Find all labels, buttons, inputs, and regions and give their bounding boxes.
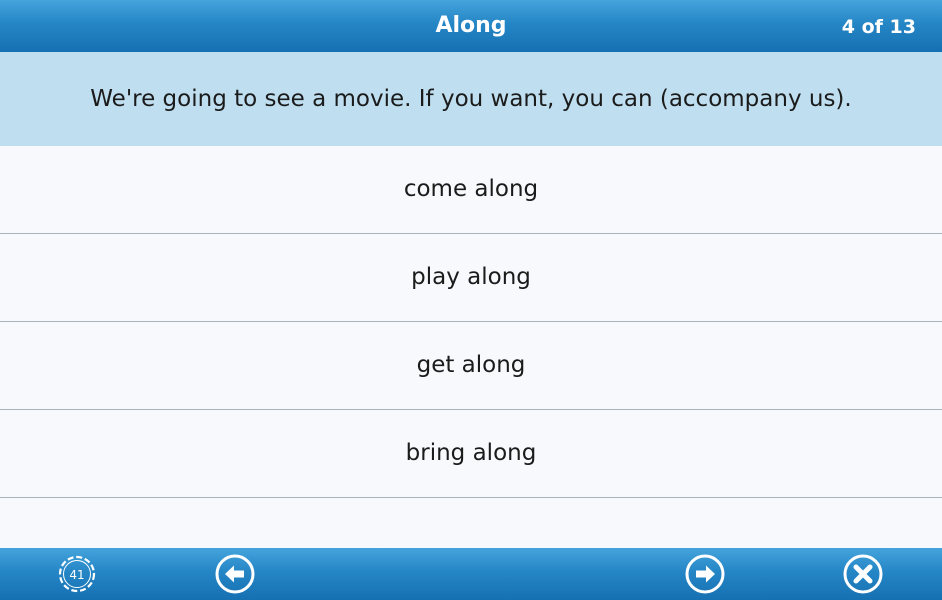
answer-option-2[interactable]: play along [0,234,942,322]
timer-button[interactable]: 41 [56,553,98,595]
close-button[interactable] [842,553,884,595]
footer-bar: 41 [0,548,942,600]
answer-option-1[interactable]: come along [0,146,942,234]
header-bar: Along 4 of 13 [0,0,942,52]
question-counter: 4 of 13 [841,16,916,38]
answer-option-4[interactable]: bring along [0,410,942,498]
answer-option-3[interactable]: get along [0,322,942,410]
timer-value: 41 [69,568,85,582]
question-prompt: We're going to see a movie. If you want,… [0,52,942,146]
forward-arrow-icon [684,553,726,595]
back-button[interactable] [214,553,256,595]
page-title: Along [435,13,507,38]
close-icon [842,553,884,595]
answer-list: come along play along get along bring al… [0,146,942,498]
back-arrow-icon [214,553,256,595]
forward-button[interactable] [684,553,726,595]
